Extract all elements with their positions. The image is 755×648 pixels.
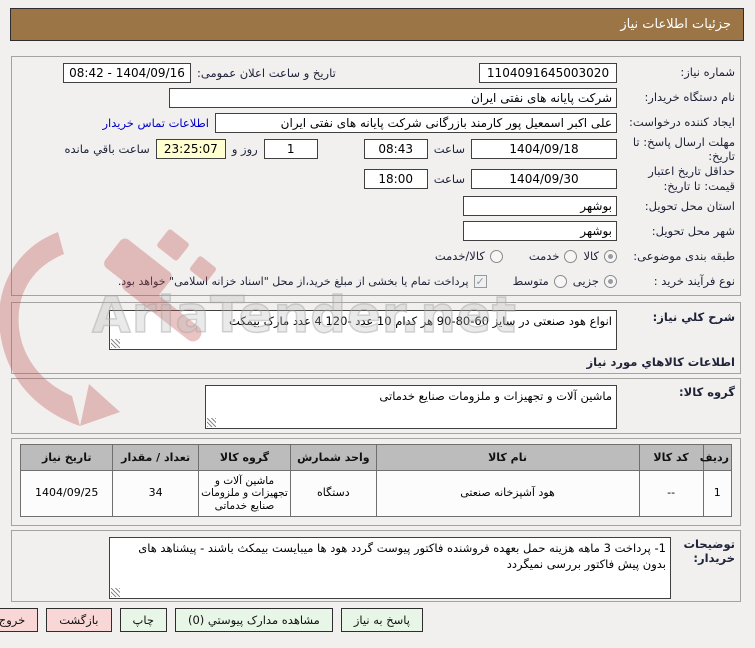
cell-need-date: 1404/09/25	[19, 470, 114, 517]
row-process-type: نوع فرآیند خرید : جزیی متوسط ✓ پرداخت تم…	[17, 269, 735, 294]
goods-table-panel: ردیف کد کالا نام کالا واحد شمارش گروه کا…	[11, 438, 741, 526]
cell-qty: 34	[112, 470, 199, 517]
validity-date-field[interactable]: 1404/09/30	[471, 168, 617, 189]
radio-option-jozii[interactable]: جزیی	[573, 274, 617, 288]
col-header-name: نام کالا	[375, 444, 640, 471]
table-header-row: ردیف کد کالا نام کالا واحد شمارش گروه کا…	[19, 444, 733, 471]
deadline-time-field[interactable]: 08:43	[363, 139, 428, 160]
radio-icon[interactable]	[604, 274, 617, 288]
reply-to-need-button[interactable]: پاسخ به نیاز	[340, 608, 423, 632]
announce-label: تاریخ و ساعت اعلان عمومی:	[197, 65, 336, 80]
province-field[interactable]: بوشهر	[463, 196, 617, 217]
cell-code: --	[638, 470, 704, 517]
treasury-note: پرداخت تمام یا بخشی از مبلغ خرید،از محل …	[117, 274, 469, 288]
treasury-checkbox-option[interactable]: ✓ پرداخت تمام یا بخشی از مبلغ خرید،از مح…	[117, 274, 487, 288]
col-header-code: کد کالا	[638, 444, 704, 471]
buyer-org-label: نام دستگاه خریدار:	[644, 90, 735, 105]
requester-field[interactable]: علی اکبر اسمعیل پور کارمند بازرگانی شرکت…	[215, 112, 617, 133]
back-button[interactable]: بازگشت	[46, 608, 112, 632]
cell-name: هود آشپزخانه صنعتی	[375, 470, 640, 517]
remaining-days-label: روز و	[231, 142, 258, 157]
radio-label: کالا	[583, 249, 599, 264]
city-label: شهر محل تحویل:	[651, 224, 735, 239]
radio-icon[interactable]	[604, 249, 617, 263]
remaining-days-field: 1	[263, 139, 318, 160]
print-button[interactable]: چاپ	[119, 608, 167, 632]
need-number-field[interactable]: 1104091645003020	[479, 62, 617, 83]
province-label: استان محل تحویل:	[644, 199, 735, 214]
radio-label: جزیی	[572, 274, 599, 289]
remaining-time-field: 23:25:07	[155, 139, 226, 160]
radio-option-kala[interactable]: کالا	[583, 249, 617, 263]
validity-hour-label: ساعت	[433, 171, 465, 186]
row-province: استان محل تحویل: بوشهر	[17, 194, 735, 219]
goods-group-label: گروه کالا:	[679, 385, 735, 399]
cell-unit: دستگاه	[290, 470, 377, 517]
exit-button[interactable]: خروج	[0, 608, 39, 632]
buyer-contact-link[interactable]: اطلاعات تماس خریدار	[102, 116, 209, 130]
validity-label: حداقل تاریخ اعتبار قیمت: تا تاریخ:	[648, 164, 735, 193]
requester-label: ایجاد کننده درخواست:	[629, 115, 735, 130]
description-label: شرح کلي نیاز:	[652, 310, 735, 324]
row-goods-group: گروه کالا: ماشین آلات و تجهیزات و ملزوما…	[17, 382, 735, 429]
col-header-qty: تعداد / مقدار	[112, 444, 199, 471]
radio-label: متوسط	[512, 274, 549, 289]
row-deadline: مهلت ارسال پاسخ: تا تاریخ: 1404/09/18 سا…	[17, 135, 736, 164]
radio-option-khedmat[interactable]: خدمت	[529, 249, 578, 263]
col-header-radif: ردیف	[700, 444, 733, 471]
buyer-notes-label: توضیحات خریدار:	[683, 537, 736, 566]
radio-icon[interactable]	[553, 274, 567, 288]
goods-table: ردیف کد کالا نام کالا واحد شمارش گروه کا…	[19, 444, 733, 517]
classification-label: طبقه بندی موضوعی:	[633, 249, 735, 264]
table-row: 1 -- هود آشپزخانه صنعتی دستگاه ماشین آلا…	[19, 470, 733, 517]
deadline-hour-label: ساعت	[433, 142, 465, 157]
radio-label: کالا/خدمت	[434, 249, 485, 264]
checkbox-checked-icon[interactable]: ✓	[473, 274, 487, 288]
view-attachments-button[interactable]: مشاهده مدارک پیوستي (0)	[174, 608, 333, 632]
city-field[interactable]: بوشهر	[463, 221, 617, 242]
radio-option-kala-khedmat[interactable]: کالا/خدمت	[435, 249, 503, 263]
col-header-group: گروه کالا	[197, 444, 292, 471]
col-header-unit: واحد شمارش	[290, 444, 377, 471]
validity-time-field[interactable]: 18:00	[363, 168, 428, 189]
row-description: شرح کلي نیاز: انواع هود صنعتی در سایز 60…	[17, 306, 735, 350]
action-buttons-row: پاسخ به نیاز مشاهده مدارک پیوستي (0) چاپ…	[0, 608, 423, 632]
description-textarea[interactable]: انواع هود صنعتی در سایز 60-80-90 هر کدام…	[109, 310, 617, 350]
row-requester: ایجاد کننده درخواست: علی اکبر اسمعیل پور…	[17, 110, 735, 135]
buyer-org-field[interactable]: شرکت پایانه های نفتی ایران	[169, 87, 617, 108]
col-header-need-date: تاریخ نیاز	[19, 444, 114, 471]
goods-group-textarea[interactable]: ماشین آلات و تجهیزات و ملزومات صنایع خدم…	[205, 385, 617, 429]
row-buyer-org: نام دستگاه خریدار: شرکت پایانه های نفتی …	[17, 85, 735, 110]
general-description-panel: شرح کلي نیاز: انواع هود صنعتی در سایز 60…	[11, 302, 741, 374]
need-info-panel: شماره نیاز: 1104091645003020 تاریخ و ساع…	[11, 56, 741, 296]
announce-datetime-field[interactable]: 1404/09/16 - 08:42	[63, 62, 191, 83]
row-need-number: شماره نیاز: 1104091645003020 تاریخ و ساع…	[17, 60, 735, 85]
cell-radif: 1	[702, 470, 733, 517]
row-buyer-notes: توضیحات خریدار: 1- پرداخت 3 ماهه هزینه ح…	[17, 534, 735, 599]
page-title-bar: جزئیات اطلاعات نیاز	[10, 8, 744, 41]
deadline-date-field[interactable]: 1404/09/18	[471, 139, 617, 160]
goods-group-panel: گروه کالا: ماشین آلات و تجهیزات و ملزوما…	[11, 378, 741, 434]
radio-option-motevaset[interactable]: متوسط	[513, 274, 567, 288]
need-number-label: شماره نیاز:	[680, 65, 735, 80]
buyer-notes-panel: توضیحات خریدار: 1- پرداخت 3 ماهه هزینه ح…	[11, 530, 741, 602]
radio-label: خدمت	[528, 249, 560, 264]
radio-icon[interactable]	[564, 249, 578, 263]
page-title: جزئیات اطلاعات نیاز	[620, 17, 731, 32]
remaining-time-label: ساعت باقي مانده	[64, 142, 150, 157]
process-type-label: نوع فرآیند خرید :	[653, 274, 735, 289]
buyer-notes-textarea[interactable]: 1- پرداخت 3 ماهه هزینه حمل بعهده فروشنده…	[109, 537, 671, 599]
row-classification: طبقه بندی موضوعی: کالا خدمت کالا/خدمت	[17, 244, 735, 269]
goods-section-heading: اطلاعات کالاهاي مورد نیاز	[586, 355, 735, 369]
row-city: شهر محل تحویل: بوشهر	[17, 219, 735, 244]
cell-group: ماشین آلات و تجهیزات و ملزومات صنایع خدم…	[197, 470, 292, 517]
row-validity: حداقل تاریخ اعتبار قیمت: تا تاریخ: 1404/…	[17, 164, 735, 194]
radio-icon[interactable]	[489, 249, 503, 263]
deadline-label: مهلت ارسال پاسخ: تا تاریخ:	[632, 135, 735, 164]
